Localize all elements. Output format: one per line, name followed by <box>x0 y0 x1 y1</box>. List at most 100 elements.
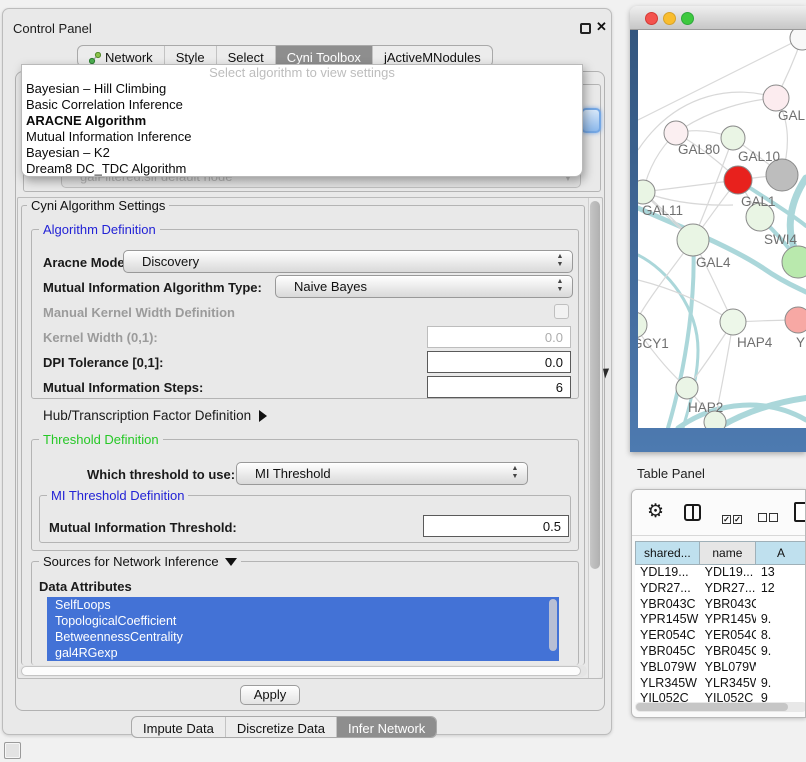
table-row[interactable]: YDL19...YDL19...13 <box>635 565 806 581</box>
close-panel-icon[interactable]: ✕ <box>596 19 607 35</box>
network-node-gal1[interactable] <box>724 166 752 194</box>
stepper-icon[interactable]: ▲▼ <box>555 253 565 269</box>
minimize-traffic-light[interactable] <box>663 12 676 25</box>
table-cell <box>756 597 806 613</box>
table-panel-title: Table Panel <box>637 466 705 481</box>
tab-infer-network[interactable]: Infer Network <box>337 717 436 737</box>
zoom-traffic-light[interactable] <box>681 12 694 25</box>
tab-jactivemnodules[interactable]: jActiveMNodules <box>373 46 492 66</box>
mi-threshold-group-title: MI Threshold Definition <box>47 488 188 503</box>
network-node-gal10[interactable] <box>721 126 745 150</box>
apply-button[interactable]: Apply <box>240 685 300 705</box>
algorithm-option-aracne-algorithm[interactable]: ARACNE Algorithm <box>22 113 582 129</box>
table-cell: YLR345W <box>700 676 756 692</box>
settings-hscrollbar-thumb[interactable] <box>21 666 581 676</box>
sources-title-text: Sources for Network Inference <box>43 554 219 569</box>
mi-threshold-field[interactable]: 0.5 <box>423 515 569 537</box>
table-cell: YBR043C <box>635 597 700 613</box>
table-row[interactable]: YIL052CYIL052C9 <box>635 691 806 702</box>
network-node-gcy1[interactable] <box>638 312 647 338</box>
aracne-mode-combobox[interactable]: Discovery ▲▼ <box>123 250 573 273</box>
kernel-width-field[interactable]: 0.0 <box>427 326 571 348</box>
aracne-mode-label: Aracne Mode: <box>43 255 129 270</box>
network-view-window: GALGAL80GAL10GAL1SWI4GAL11GAL4GCY1HAP4YH… <box>630 6 806 452</box>
mi-type-combobox[interactable]: Naive Bayes ▲▼ <box>275 275 573 298</box>
data-attributes-list[interactable]: SelfLoopsTopologicalCoefficientBetweenne… <box>47 597 559 661</box>
settings-vscrollbar-thumb[interactable] <box>590 201 600 569</box>
table-cell: 13 <box>756 565 806 581</box>
network-node[interactable] <box>782 246 806 278</box>
node-label-gal1: GAL1 <box>741 194 776 209</box>
focused-stepper[interactable] <box>581 108 601 133</box>
network-node-y[interactable] <box>785 307 806 333</box>
network-node-hap4[interactable] <box>720 309 746 335</box>
table-row[interactable]: YDR27...YDR27...12 <box>635 581 806 597</box>
attribute-item-topologicalcoefficient[interactable]: TopologicalCoefficient <box>47 613 559 629</box>
tab-cyni-toolbox[interactable]: Cyni Toolbox <box>276 46 373 66</box>
tab-style[interactable]: Style <box>165 46 217 66</box>
close-traffic-light[interactable] <box>645 12 658 25</box>
tab-discretize-data[interactable]: Discretize Data <box>226 717 337 737</box>
table-cell: YPR145W <box>700 612 756 628</box>
expanded-arrow-icon[interactable] <box>225 558 237 566</box>
list-scrollbar-thumb[interactable] <box>549 599 557 651</box>
attribute-item-selfloops[interactable]: SelfLoops <box>47 597 559 613</box>
table-row[interactable]: YBR045CYBR045C9. <box>635 644 806 660</box>
algorithm-option-bayesian-k2[interactable]: Bayesian – K2 <box>22 145 582 161</box>
select-all-columns-icon[interactable]: ✓✓ <box>722 509 744 527</box>
table-row[interactable]: YBL079WYBL079W <box>635 660 806 676</box>
network-node[interactable] <box>790 30 806 50</box>
dpi-tolerance-field[interactable]: 0.0 <box>427 351 571 373</box>
table-row[interactable]: YLR345WYLR345W9. <box>635 676 806 692</box>
algorithm-option-basic-correlation-inference[interactable]: Basic Correlation Inference <box>22 97 582 113</box>
manual-kernel-label: Manual Kernel Width Definition <box>43 305 235 320</box>
tab-network[interactable]: Network <box>78 46 165 66</box>
table-cell: 9. <box>756 612 806 628</box>
float-panel-icon[interactable] <box>580 23 591 34</box>
algorithm-option-mutual-information-inference[interactable]: Mutual Information Inference <box>22 129 582 145</box>
tab-jactivemnodules-label: jActiveMNodules <box>384 50 481 65</box>
network-window-titlebar[interactable] <box>630 6 806 30</box>
tab-impute-data[interactable]: Impute Data <box>132 717 226 737</box>
column-header-name[interactable]: name <box>700 541 756 565</box>
attribute-item-betweennesscentrality[interactable]: BetweennessCentrality <box>47 629 559 645</box>
mi-steps-field[interactable]: 6 <box>427 376 571 398</box>
sources-group-title: Sources for Network Inference <box>39 554 241 569</box>
algorithm-option-dream8-dc-tdc-algorithm[interactable]: Dream8 DC_TDC Algorithm <box>22 161 582 177</box>
algorithm-option-bayesian-hill-climbing[interactable]: Bayesian – Hill Climbing <box>22 81 582 97</box>
tab-cyni-toolbox-label: Cyni Toolbox <box>287 50 361 65</box>
table-hscrollbar-thumb[interactable] <box>636 703 788 711</box>
hub-definition-toggle[interactable]: Hub/Transcription Factor Definition <box>43 408 267 423</box>
aracne-mode-value: Discovery <box>142 254 199 269</box>
split-columns-icon[interactable] <box>684 504 701 521</box>
network-node-gal4[interactable] <box>677 224 709 256</box>
stepper-icon[interactable]: ▲▼ <box>555 278 565 294</box>
manual-kernel-checkbox[interactable] <box>554 304 569 319</box>
tab-select[interactable]: Select <box>217 46 276 66</box>
deselect-all-columns-icon[interactable] <box>758 509 780 527</box>
network-canvas[interactable]: GALGAL80GAL10GAL1SWI4GAL11GAL4GCY1HAP4YH… <box>638 30 806 428</box>
data-attributes-label: Data Attributes <box>39 579 132 594</box>
network-node-hap2[interactable] <box>676 377 698 399</box>
table-cell: YBR043C <box>700 597 756 613</box>
gear-icon[interactable]: ⚙ <box>647 500 664 523</box>
table-cell: 9. <box>756 676 806 692</box>
collapsed-arrow-icon[interactable] <box>259 410 267 422</box>
table-row[interactable]: YBR043CYBR043C <box>635 597 806 613</box>
table-hscrollbar[interactable] <box>635 702 806 712</box>
table-row[interactable]: YPR145WYPR145W9. <box>635 612 806 628</box>
file-icon[interactable] <box>794 502 806 522</box>
attribute-item-gal4rgexp[interactable]: gal4RGexp <box>47 645 559 661</box>
column-header-a[interactable]: A <box>756 541 806 565</box>
tab-discretize-data-label: Discretize Data <box>237 721 325 736</box>
node-label-hap4: HAP4 <box>737 335 773 350</box>
minimized-panel-icon[interactable] <box>4 742 21 759</box>
stepper-icon[interactable]: ▲▼ <box>510 465 520 481</box>
tab-select-label: Select <box>228 50 264 65</box>
table-cell: YBR045C <box>635 644 700 660</box>
column-header-shared[interactable]: shared... <box>635 541 700 565</box>
table-body: YDL19...YDL19...13YDR27...YDR27...12YBR0… <box>635 565 806 702</box>
table-row[interactable]: YER054CYER054C8. <box>635 628 806 644</box>
which-threshold-combobox[interactable]: MI Threshold ▲▼ <box>236 462 528 485</box>
table-cell: 8. <box>756 628 806 644</box>
